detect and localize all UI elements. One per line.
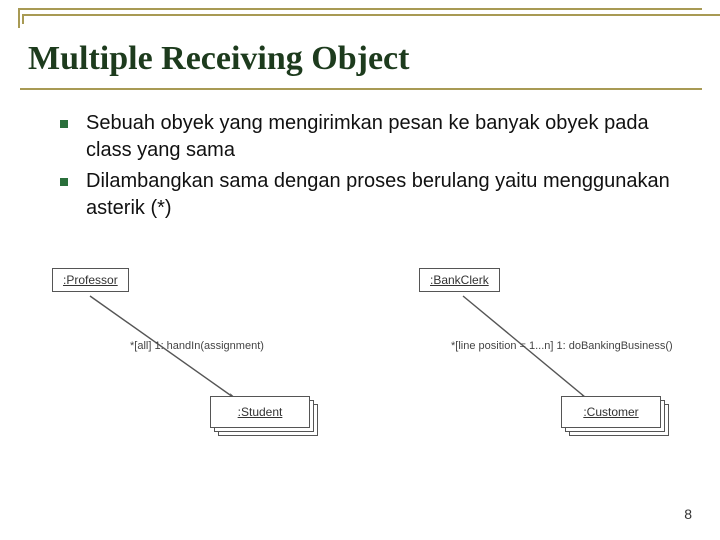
bullet-list: Sebuah obyek yang mengirimkan pesan ke b… <box>60 110 680 226</box>
bullet-text: Sebuah obyek yang mengirimkan pesan ke b… <box>86 110 680 164</box>
bullet-icon <box>60 120 68 128</box>
receiver-box: :Student <box>210 396 310 428</box>
title-underline <box>20 88 702 90</box>
diagram-left: :Professor *[all] 1: handIn(assignment) … <box>40 262 347 462</box>
bullet-icon <box>60 178 68 186</box>
bullet-text: Dilambangkan sama dengan proses berulang… <box>86 168 680 222</box>
message-label-right: *[line position = 1...n] 1: doBankingBus… <box>451 340 673 352</box>
page-number: 8 <box>684 506 692 522</box>
receiver-stack-right: :Customer <box>561 396 661 432</box>
receiver-box: :Customer <box>561 396 661 428</box>
list-item: Sebuah obyek yang mengirimkan pesan ke b… <box>60 110 680 164</box>
list-item: Dilambangkan sama dengan proses berulang… <box>60 168 680 222</box>
slide-title: Multiple Receiving Object <box>28 40 409 78</box>
diagram-right: :BankClerk *[line position = 1...n] 1: d… <box>373 262 680 462</box>
diagram-area: :Professor *[all] 1: handIn(assignment) … <box>40 262 680 462</box>
message-label-left: *[all] 1: handIn(assignment) <box>130 340 264 352</box>
receiver-stack-left: :Student <box>210 396 310 432</box>
corner-accent-inner <box>22 14 720 24</box>
